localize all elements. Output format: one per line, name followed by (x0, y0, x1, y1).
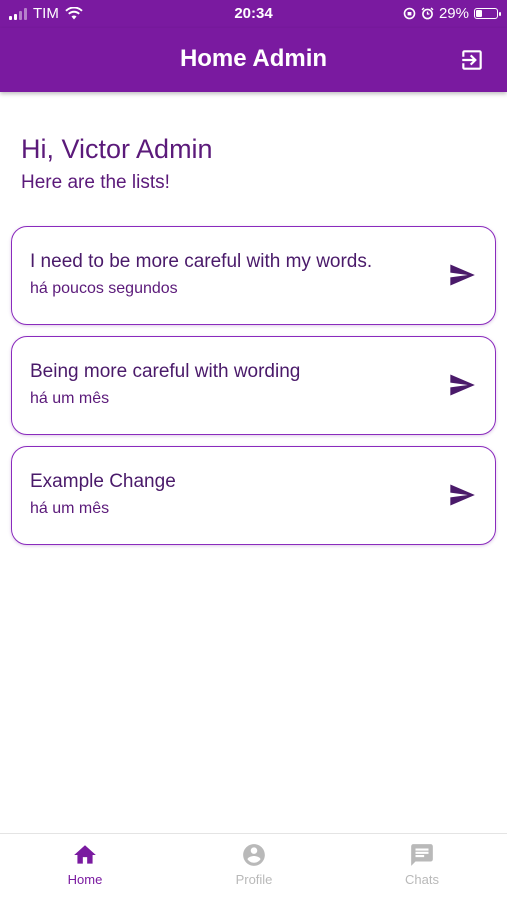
page-title: Home Admin (179, 45, 328, 72)
logout-icon[interactable] (459, 47, 485, 73)
list-timestamp: há poucos segundos (30, 280, 178, 297)
nav-item-chats[interactable]: Chats (362, 842, 482, 887)
nav-label-profile: Profile (235, 872, 273, 887)
nav-item-home[interactable]: Home (25, 842, 145, 887)
app-bar: Home Admin (0, 28, 507, 92)
list-card[interactable]: Example Change há um mês (11, 446, 496, 545)
account-icon (243, 844, 265, 866)
list-card[interactable]: I need to be more careful with my words.… (11, 226, 496, 325)
nav-label-chats: Chats (405, 872, 439, 887)
battery-fill (476, 10, 483, 17)
list-title: Example Change (30, 471, 176, 492)
battery-percent: 29% (438, 5, 469, 22)
list-card[interactable]: Being more careful with wording há um mê… (11, 336, 496, 435)
status-right: 29% (403, 5, 501, 22)
list-timestamp: há um mês (30, 500, 110, 517)
nav-item-profile[interactable]: Profile (194, 842, 314, 887)
chat-icon (411, 844, 433, 866)
bottom-navigation: Home Profile Chats (0, 833, 507, 901)
list-title: I need to be more careful with my words. (30, 251, 373, 272)
nav-label-home: Home (67, 872, 103, 887)
orientation-lock-icon (403, 7, 416, 20)
send-icon[interactable] (447, 261, 477, 289)
list-timestamp: há um mês (30, 390, 110, 407)
send-icon[interactable] (447, 371, 477, 399)
home-icon (74, 845, 96, 864)
list-title: Being more careful with wording (30, 361, 301, 382)
status-bar: TIM 20:34 29% (0, 0, 507, 28)
battery-icon (474, 8, 501, 19)
greeting-title: Hi, Victor Admin (21, 134, 213, 164)
greeting-subtitle: Here are the lists! (21, 172, 170, 193)
send-icon[interactable] (447, 481, 477, 509)
alarm-icon (421, 7, 434, 20)
